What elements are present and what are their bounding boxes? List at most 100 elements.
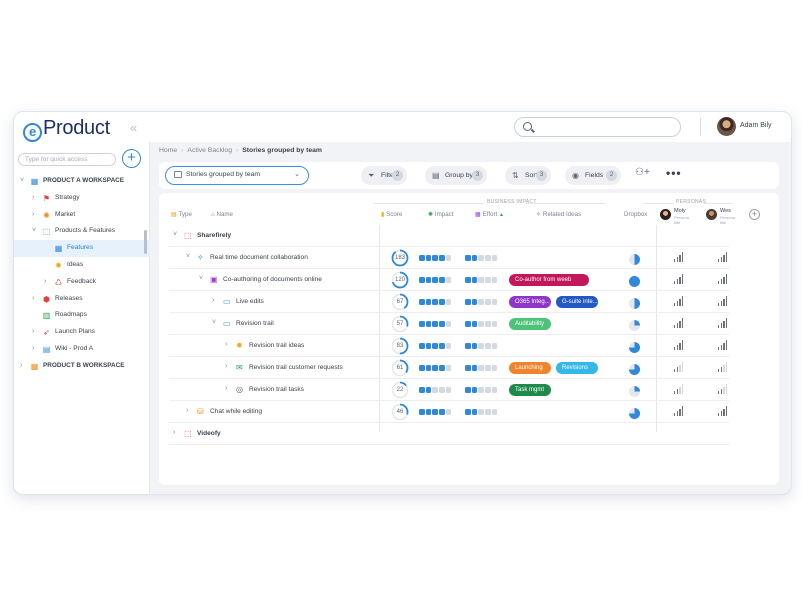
column-header-name[interactable]: ⌂ Name — [211, 211, 233, 218]
chevron-right-icon[interactable]: › — [173, 429, 175, 436]
related-idea-tag[interactable]: Revisions — [556, 362, 598, 374]
sidebar-item-feedback[interactable]: › ♺ Feedback — [14, 274, 150, 291]
table-row[interactable]: ˅ ✧ Real time document collaboration 183 — [169, 247, 729, 269]
chevron-right-icon[interactable]: › — [20, 358, 22, 375]
sidebar-item-launch-plans[interactable]: › ➶ Launch Plans — [14, 324, 150, 341]
persona-moly-level[interactable] — [674, 362, 684, 372]
chevron-right-icon[interactable]: › — [32, 324, 34, 341]
fields-button[interactable]: ◉ Fields 2 — [565, 166, 621, 185]
sidebar-item-ideas[interactable]: ✹ Ideas — [14, 257, 150, 274]
row-name[interactable]: Revision trail ideas — [249, 342, 304, 349]
persona-moly-level[interactable] — [674, 252, 684, 262]
persona-wes-level[interactable] — [718, 274, 728, 284]
effort-rating[interactable] — [465, 277, 498, 283]
impact-rating[interactable] — [419, 321, 452, 327]
persona-moly-level[interactable] — [674, 296, 684, 306]
row-name[interactable]: Revision trail — [236, 320, 274, 327]
row-name[interactable]: Revision trail tasks — [249, 386, 304, 393]
table-row[interactable]: › ▭ Live edits 67 O365 Integ... G-suite inte.… — [169, 291, 729, 313]
view-selector[interactable]: Stories grouped by team ⌄ — [165, 166, 309, 185]
effort-rating[interactable] — [465, 321, 498, 327]
collapse-sidebar-icon[interactable]: « — [130, 120, 137, 135]
chevron-right-icon[interactable]: › — [44, 274, 46, 291]
sidebar-item-roadmaps[interactable]: ▥ Roadmaps — [14, 307, 150, 324]
column-header-score[interactable]: ▮ Score — [381, 211, 402, 218]
group-row[interactable]: ˅ ⬚ Sharefirely — [169, 225, 729, 247]
persona-wes-level[interactable] — [718, 340, 728, 350]
related-idea-tag[interactable]: Task mgmt — [509, 384, 551, 396]
row-name[interactable]: Revision trail customer requests — [249, 364, 343, 371]
persona-moly-level[interactable] — [674, 318, 684, 328]
add-persona-icon[interactable]: ⚇+ — [635, 167, 650, 178]
breadcrumb-home[interactable]: Home — [159, 147, 177, 154]
breadcrumb-active-backlog[interactable]: Active Backlog — [187, 147, 232, 154]
persona-moly-level[interactable] — [674, 384, 684, 394]
table-row[interactable]: ˅ ▣ Co-authoring of documents online 120 Co-… — [169, 269, 729, 291]
quick-access-input[interactable]: Type for quick access — [18, 153, 116, 166]
sidebar-item-market[interactable]: › ✺ Market — [14, 207, 150, 224]
table-row[interactable]: › ⛁ Chat while editing 46 — [169, 401, 729, 423]
chevron-right-icon[interactable]: › — [32, 207, 34, 224]
persona-moly-level[interactable] — [674, 340, 684, 350]
effort-rating[interactable] — [465, 343, 498, 349]
persona-moly-level[interactable] — [674, 274, 684, 284]
chevron-down-icon[interactable]: ˅ — [212, 319, 216, 326]
related-idea-tag[interactable]: O365 Integ... — [509, 296, 551, 308]
search-input[interactable] — [514, 117, 681, 137]
app-logo[interactable]: e Product — [23, 117, 110, 142]
related-idea-tag[interactable]: Co-author from weeb — [509, 274, 589, 286]
effort-rating[interactable] — [465, 255, 498, 261]
impact-rating[interactable] — [419, 255, 452, 261]
row-name[interactable]: Co-authoring of documents online — [223, 276, 322, 283]
column-header-effort[interactable]: ▦ Effort ▲ — [475, 211, 504, 218]
chevron-right-icon[interactable]: › — [186, 407, 188, 414]
impact-rating[interactable] — [419, 387, 452, 393]
effort-rating[interactable] — [465, 299, 498, 305]
column-header-type[interactable]: ▤ Type — [171, 211, 192, 218]
persona-wes-level[interactable] — [718, 384, 728, 394]
impact-rating[interactable] — [419, 409, 452, 415]
persona-wes-level[interactable] — [718, 296, 728, 306]
related-idea-tag[interactable]: Auditability — [509, 318, 551, 330]
column-header-dropbox[interactable]: Dropbox — [624, 211, 647, 218]
group-row[interactable]: › ⬚ Videofy — [169, 423, 729, 445]
chevron-right-icon[interactable]: › — [225, 341, 227, 348]
sidebar-item-releases[interactable]: › ⬢ Releases — [14, 291, 150, 308]
user-name[interactable]: Adam Bily — [740, 122, 772, 129]
chevron-down-icon[interactable]: ˅ — [20, 173, 24, 190]
row-name[interactable]: Videofy — [197, 430, 221, 437]
effort-rating[interactable] — [465, 387, 498, 393]
chevron-right-icon[interactable]: › — [225, 385, 227, 392]
related-idea-tag[interactable]: G-suite inte... — [556, 296, 598, 308]
persona-wes-level[interactable] — [718, 406, 728, 416]
impact-rating[interactable] — [419, 277, 452, 283]
row-name[interactable]: Real time document collaboration — [210, 254, 308, 261]
chevron-down-icon[interactable]: ˅ — [173, 231, 177, 238]
impact-rating[interactable] — [419, 365, 452, 371]
user-avatar[interactable] — [717, 117, 736, 136]
sidebar-item-features[interactable]: ▦ Features — [14, 240, 150, 257]
sidebar-item-product-a-workspace[interactable]: ˅ ▦ PRODUCT A WORKSPACE — [14, 173, 150, 190]
table-row[interactable]: › ◎ Revision trail tasks 22 Task mgmt — [169, 379, 729, 401]
chevron-down-icon[interactable]: ˅ — [186, 253, 190, 260]
add-column-button[interactable]: + — [749, 209, 760, 220]
row-name[interactable]: Sharefirely — [197, 232, 231, 239]
sidebar-item-strategy[interactable]: › ⚑ Strategy — [14, 190, 150, 207]
column-header-impact[interactable]: ✺ Impact — [428, 211, 454, 218]
column-header-related-ideas[interactable]: ✧ Related Ideas — [536, 211, 581, 218]
impact-rating[interactable] — [419, 299, 452, 305]
sort-button[interactable]: ⇅ Sort 3 — [505, 166, 551, 185]
sidebar-item-products-features[interactable]: ˅ ⬚ Products & Features — [14, 223, 150, 240]
group-by-button[interactable]: ▤ Group by 3 — [425, 166, 487, 185]
chevron-right-icon[interactable]: › — [32, 291, 34, 308]
row-name[interactable]: Live edits — [236, 298, 264, 305]
sidebar-item-product-b-workspace[interactable]: › ▦ PRODUCT B WORKSPACE — [14, 358, 150, 375]
persona-moly-level[interactable] — [674, 406, 684, 416]
chevron-right-icon[interactable]: › — [32, 341, 34, 358]
sidebar-item-wiki-prod-a[interactable]: › ▤ Wiki - Prod A — [14, 341, 150, 358]
table-row[interactable]: › ✹ Revision trail ideas 83 — [169, 335, 729, 357]
related-idea-tag[interactable]: Launching — [509, 362, 551, 374]
filter-button[interactable]: ⏷ Filter 2 — [361, 166, 407, 185]
persona-wes-level[interactable] — [718, 252, 728, 262]
impact-rating[interactable] — [419, 343, 452, 349]
